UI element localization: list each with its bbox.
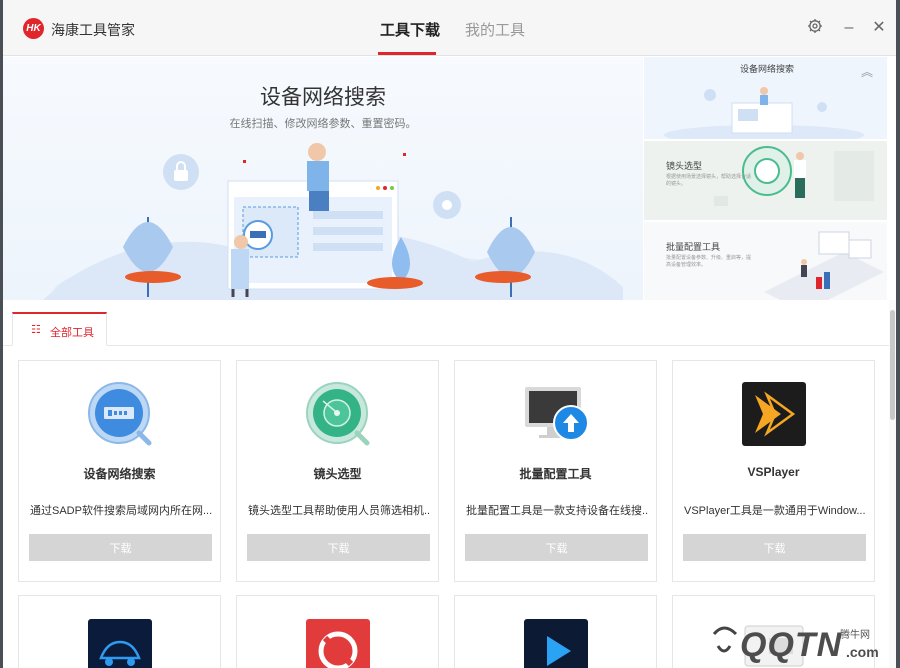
sadp-search-icon	[88, 382, 152, 446]
tool-card-row2-2[interactable]	[236, 595, 439, 668]
title-bar: HK 海康工具管家 工具下载 我的工具 – ✕	[3, 0, 896, 56]
tool-card-sadp[interactable]: 设备网络搜索 通过SADP软件搜索局域网内所在网... 下载	[18, 360, 221, 582]
tool-name: 批量配置工具	[519, 467, 592, 481]
tool-name: VSPlayer	[747, 465, 800, 479]
filter-tab-label: 全部工具	[50, 327, 94, 339]
watermark-site: 腾牛网	[840, 630, 870, 641]
tool-description: 镜头选型工具帮助使用人员筛选相机...	[248, 505, 430, 517]
tab-my-tools[interactable]: 我的工具	[465, 19, 525, 40]
tool-description: 批量配置工具是一款支持设备在线搜...	[466, 505, 648, 517]
tool-card-lens-selection[interactable]: 镜头选型 镜头选型工具帮助使用人员筛选相机... 下载	[236, 360, 439, 582]
download-button[interactable]: 下载	[465, 534, 648, 561]
chevron-up-icon[interactable]: ︽	[861, 66, 873, 78]
tool-card-batch-config[interactable]: 批量配置工具 批量配置工具是一款支持设备在线搜... 下载	[454, 360, 657, 582]
banner-thumb-batch-config[interactable]: 批量配置工具 批量配置设备参数、升级、重启等，提高设备管理效率。	[644, 222, 887, 300]
refresh-tool-icon	[306, 619, 370, 668]
close-button[interactable]: ✕	[869, 18, 889, 38]
tool-card-vsplayer[interactable]: VSPlayer VSPlayer工具是一款通用于Window... 下载	[672, 360, 875, 582]
download-button[interactable]: 下载	[29, 534, 212, 561]
vsplayer-icon	[742, 382, 806, 446]
app-window: HK 海康工具管家 工具下载 我的工具 – ✕ 设备网络搜索 在线扫描、修改网络…	[3, 0, 896, 668]
tool-name: 镜头选型	[313, 467, 362, 481]
gear-icon	[808, 19, 822, 33]
tab-tool-download[interactable]: 工具下载	[380, 19, 440, 40]
filter-tab-all-tools[interactable]: ☷ 全部工具	[12, 312, 107, 346]
active-tab-indicator	[378, 52, 436, 55]
settings-gear-icon[interactable]	[805, 18, 825, 38]
tool-description: 通过SADP软件搜索局域网内所在网...	[30, 505, 212, 517]
feature-banner[interactable]: 设备网络搜索 在线扫描、修改网络参数、重置密码。	[3, 57, 643, 300]
banner-subtitle: 在线扫描、修改网络参数、重置密码。	[229, 118, 417, 130]
watermark-suffix: .com	[846, 644, 879, 660]
minimize-button[interactable]: –	[839, 18, 859, 38]
banner-title: 设备网络搜索	[260, 86, 386, 109]
banner-thumb-lens-selection[interactable]: 镜头选型 根据使用场景选择镜头，帮助选择合适的镜头。	[644, 141, 887, 220]
tool-card-row2-1[interactable]	[18, 595, 221, 668]
tool-description: VSPlayer工具是一款通用于Window...	[684, 505, 866, 517]
scrollbar-thumb[interactable]	[890, 310, 895, 420]
download-button[interactable]: 下载	[247, 534, 430, 561]
app-title: 海康工具管家	[51, 22, 135, 38]
side-desc-lens-selection: 根据使用场景选择镜头，帮助选择合适的镜头。	[666, 174, 752, 187]
tool-name: 设备网络搜索	[83, 467, 156, 481]
car-tool-icon	[88, 619, 152, 668]
player-tool-icon	[524, 619, 588, 668]
side-title-network-search: 设备网络搜索	[740, 64, 795, 74]
side-desc-batch-config: 批量配置设备参数、升级、重启等，提高设备管理效率。	[666, 255, 752, 268]
watermark-brand: QQTN	[740, 626, 843, 664]
side-title-lens-selection: 镜头选型	[666, 161, 703, 171]
banner-thumb-network-search[interactable]: 设备网络搜索	[644, 57, 887, 139]
tool-card-row2-3[interactable]	[454, 595, 657, 668]
grid-icon: ☷	[31, 324, 41, 336]
category-filter-bar: ☷ 全部工具	[3, 300, 896, 346]
batch-config-icon	[525, 387, 589, 441]
side-title-batch-config: 批量配置工具	[666, 242, 721, 252]
lens-selection-icon	[306, 382, 370, 446]
download-button[interactable]: 下载	[683, 534, 866, 561]
hikvision-logo-icon: HK	[23, 18, 44, 39]
